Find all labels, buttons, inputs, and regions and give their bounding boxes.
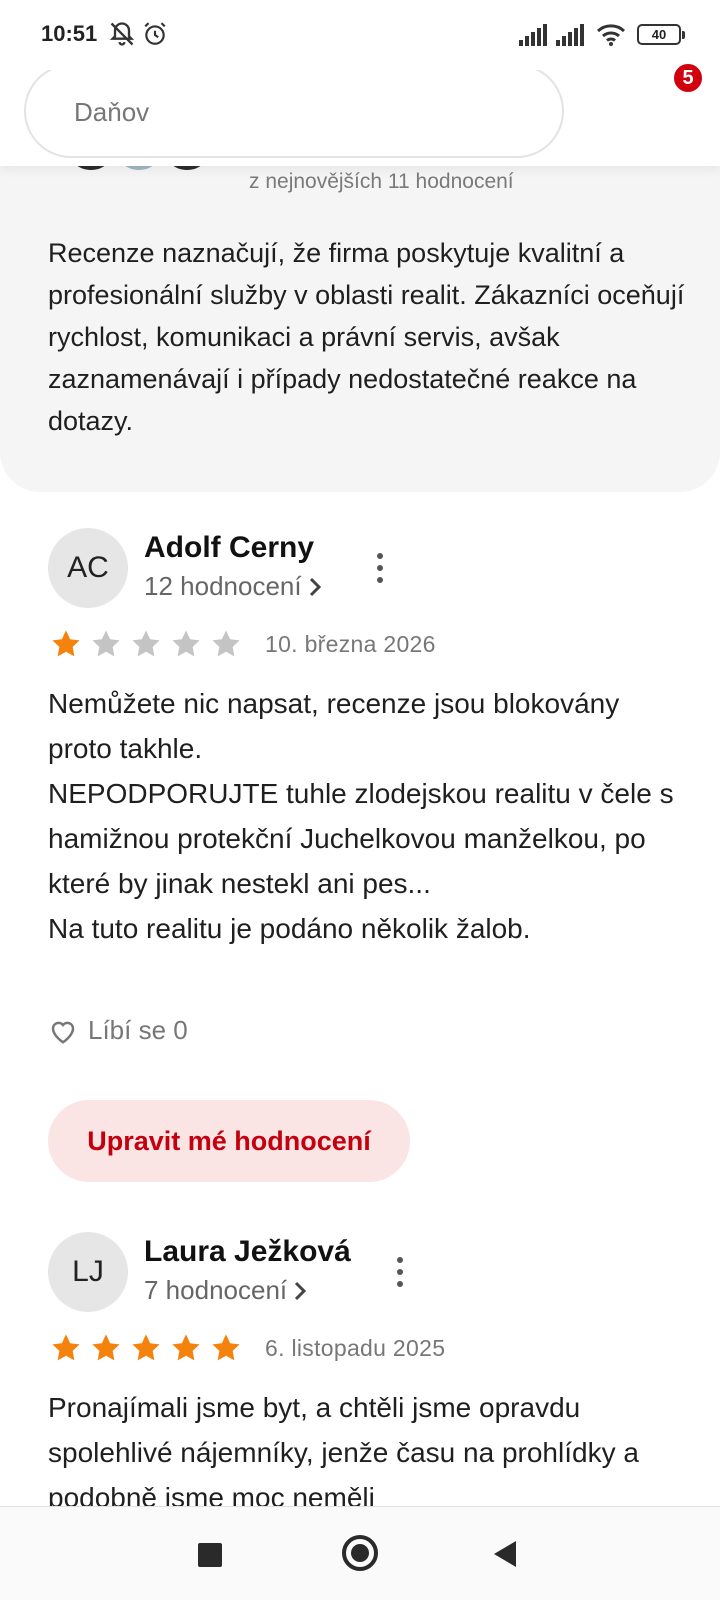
summary-subtitle: z nejnovějších 11 hodnocení	[249, 170, 514, 193]
like-count: Líbí se 0	[88, 1015, 188, 1045]
wifi-icon	[596, 24, 626, 46]
star-icon	[52, 630, 80, 657]
signal-icon	[519, 24, 547, 46]
chevron-right-icon	[295, 1281, 307, 1300]
more-options-icon[interactable]	[368, 548, 392, 588]
star-icon	[92, 630, 120, 657]
reviewer-count: 7 hodnocení	[144, 1275, 288, 1305]
review-item: AC Adolf Cerny 12 hodnocení 10. března 2…	[0, 528, 720, 1182]
summary-text: Recenze naznačují, že firma poskytuje kv…	[48, 238, 685, 436]
back-button[interactable]	[494, 1541, 516, 1567]
more-options-icon[interactable]	[388, 1252, 412, 1292]
reviewer-avatar[interactable]: AC	[48, 528, 128, 608]
review-date: 6. listopadu 2025	[265, 1335, 446, 1361]
search-input[interactable]	[74, 94, 404, 130]
star-icon	[132, 630, 160, 657]
reviewer-avatar[interactable]: LJ	[48, 1232, 128, 1312]
star-icon	[132, 1334, 160, 1361]
star-rating	[50, 1332, 242, 1364]
ai-summary-card: z nejnovějších 11 hodnocení Recenze nazn…	[0, 140, 720, 492]
star-icon	[172, 630, 200, 657]
review-text: Nemůžete nic napsat, recenze jsou blokov…	[48, 688, 674, 944]
reviewer-count-link[interactable]: 12 hodnocení	[144, 571, 322, 602]
star-icon	[212, 1334, 240, 1361]
reviewer-count-link[interactable]: 7 hodnocení	[144, 1275, 307, 1306]
review-item: LJ Laura Ježková 7 hodnocení 6. listopad…	[0, 1232, 720, 1506]
edit-review-button[interactable]: Upravit mé hodnocení	[48, 1100, 410, 1182]
bell-off-icon	[109, 22, 135, 46]
home-button[interactable]	[342, 1535, 378, 1571]
star-rating	[50, 628, 242, 660]
review-date: 10. března 2026	[265, 631, 436, 657]
star-icon	[92, 1334, 120, 1361]
star-icon	[212, 630, 240, 657]
star-icon	[52, 1334, 80, 1361]
search-header	[0, 60, 720, 166]
reviewer-name[interactable]: Laura Ježková	[144, 1235, 351, 1269]
star-icon	[172, 1334, 200, 1361]
review-text: Pronajímali jsme byt, a chtěli jsme opra…	[48, 1392, 639, 1506]
status-bar: 10:51 40	[0, 0, 720, 70]
reviewer-name[interactable]: Adolf Cerny	[144, 531, 314, 565]
chevron-right-icon	[309, 577, 321, 596]
battery-icon: 40	[637, 24, 685, 45]
status-time: 10:51	[41, 21, 98, 46]
heart-icon	[51, 1021, 75, 1044]
alarm-icon	[144, 22, 166, 45]
system-nav-bar	[0, 1506, 720, 1600]
signal-icon	[556, 24, 584, 46]
reviewer-count: 12 hodnocení	[144, 571, 302, 601]
like-button[interactable]: Líbí se 0	[48, 1015, 188, 1046]
recent-apps-button[interactable]	[198, 1543, 222, 1567]
search-box[interactable]	[24, 64, 564, 158]
notification-badge: 5	[672, 62, 704, 94]
